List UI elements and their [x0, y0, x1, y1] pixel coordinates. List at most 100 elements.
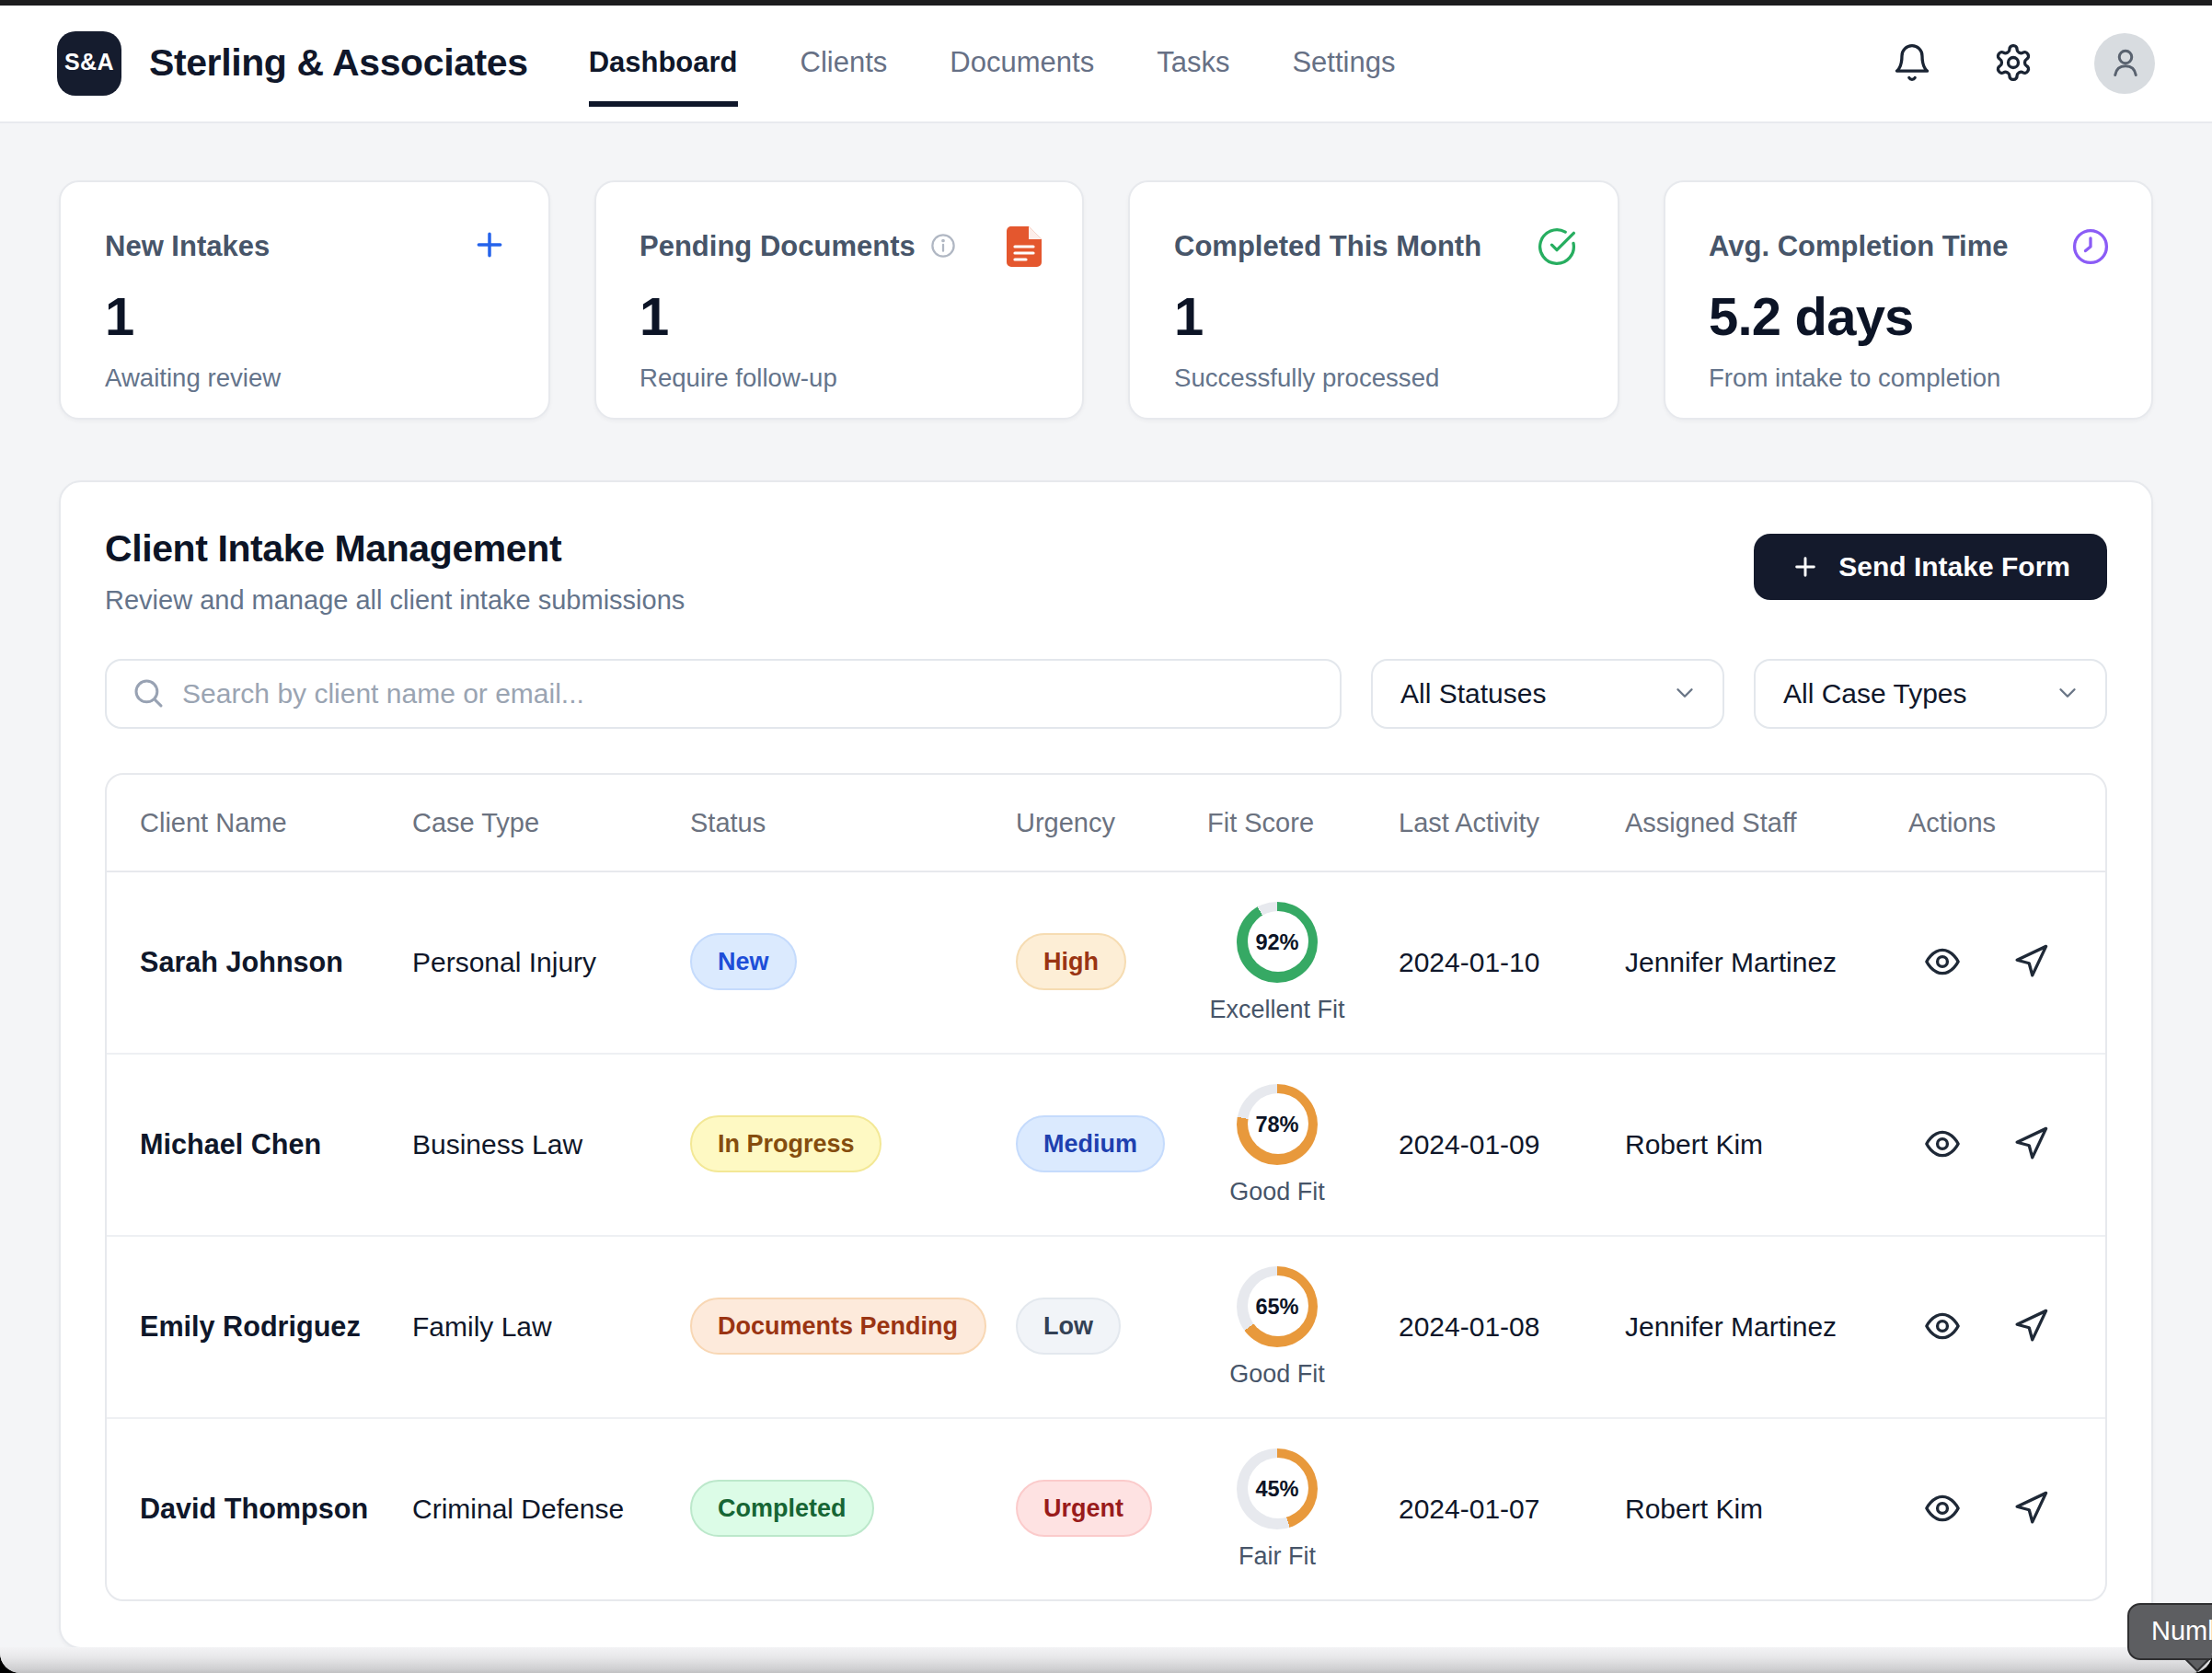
tab-tasks[interactable]: Tasks — [1157, 18, 1229, 107]
os-tooltip: Numl — [2127, 1603, 2212, 1659]
urgency-cell: Low — [983, 1298, 1174, 1355]
last-activity: 2024-01-09 — [1365, 1128, 1592, 1160]
view-icon[interactable] — [1923, 942, 1962, 981]
status-badge: Documents Pending — [690, 1298, 985, 1355]
urgency-badge: Low — [1016, 1298, 1121, 1355]
fit-score-label: Good Fit — [1229, 1359, 1325, 1387]
status-badge: Completed — [690, 1480, 874, 1537]
status-cell: In Progress — [657, 1115, 983, 1172]
document-icon — [1007, 225, 1042, 266]
stat-card-subtitle: From intake to completion — [1709, 363, 2111, 391]
fit-score-label: Good Fit — [1229, 1177, 1325, 1205]
brand-logo: S&A — [57, 30, 121, 95]
urgency-badge: High — [1016, 933, 1126, 990]
chevron-down-icon — [1671, 679, 1699, 707]
info-icon[interactable] — [930, 232, 958, 260]
client-name: Emily Rodriguez — [107, 1310, 379, 1343]
stat-card-subtitle: Require follow-up — [639, 363, 1042, 391]
case-type: Business Law — [379, 1128, 657, 1160]
column-header: Urgency — [983, 807, 1174, 836]
status-cell: New — [657, 933, 983, 990]
assigned-staff: Robert Kim — [1592, 1128, 1875, 1160]
urgency-cell: Urgent — [983, 1480, 1174, 1537]
client-name: Michael Chen — [107, 1127, 379, 1160]
fit-score-ring: 65% — [1237, 1265, 1318, 1346]
fit-score-cell: 78% Good Fit — [1174, 1083, 1365, 1205]
table-row: Sarah Johnson Personal Injury New High 9… — [107, 870, 2105, 1052]
column-header: Case Type — [379, 807, 657, 836]
last-activity: 2024-01-07 — [1365, 1493, 1592, 1524]
check-circle-icon — [1536, 225, 1576, 266]
fit-score-ring: 78% — [1237, 1083, 1318, 1164]
assigned-staff: Robert Kim — [1592, 1493, 1875, 1524]
assigned-staff: Jennifer Martinez — [1592, 946, 1875, 977]
panel-subtitle: Review and manage all client intake subm… — [105, 584, 685, 614]
search-icon — [131, 675, 166, 710]
case-type: Family Law — [379, 1310, 657, 1342]
fit-score-cell: 45% Fair Fit — [1174, 1448, 1365, 1569]
stat-card-subtitle: Successfully processed — [1174, 363, 1576, 391]
urgency-cell: Medium — [983, 1115, 1174, 1172]
tab-clients[interactable]: Clients — [801, 18, 888, 107]
actions-cell — [1875, 1125, 2105, 1163]
case-type-filter-select[interactable]: All Case Types — [1754, 658, 2107, 728]
clock-icon — [2070, 225, 2111, 266]
stat-card-title: Pending Documents — [639, 229, 1042, 262]
actions-cell — [1875, 942, 2105, 981]
send-intake-form-button[interactable]: Send Intake Form — [1754, 533, 2107, 599]
fit-score-label: Excellent Fit — [1209, 995, 1344, 1022]
bell-icon[interactable] — [1892, 42, 1932, 83]
case-type: Personal Injury — [379, 946, 657, 977]
assigned-staff: Jennifer Martinez — [1592, 1310, 1875, 1342]
view-icon[interactable] — [1923, 1307, 1962, 1345]
column-header: Fit Score — [1174, 807, 1365, 836]
stat-card-value: 1 — [639, 286, 1042, 347]
gear-icon[interactable] — [1993, 42, 2033, 83]
view-icon[interactable] — [1923, 1125, 1962, 1163]
urgency-badge: Urgent — [1016, 1480, 1151, 1537]
stat-cards: New Intakes 1 Awaiting review Pending Do… — [59, 179, 2153, 419]
column-header: Last Activity — [1365, 807, 1592, 836]
fit-score-ring: 92% — [1237, 901, 1318, 982]
search-box — [105, 658, 1342, 728]
status-filter-select[interactable]: All Statuses — [1371, 658, 1724, 728]
view-icon[interactable] — [1923, 1489, 1962, 1528]
column-header: Actions — [1875, 807, 2105, 836]
stat-card: Completed This Month 1 Successfully proc… — [1128, 179, 1619, 419]
send-icon[interactable] — [2011, 1125, 2050, 1163]
send-icon[interactable] — [2011, 1489, 2050, 1528]
case-type: Criminal Defense — [379, 1493, 657, 1524]
send-icon[interactable] — [2011, 1307, 2050, 1345]
stat-card: Avg. Completion Time 5.2 days From intak… — [1663, 179, 2153, 419]
chevron-down-icon — [2054, 679, 2081, 707]
search-input[interactable] — [182, 677, 1318, 709]
stat-card-subtitle: Awaiting review — [105, 363, 507, 391]
table-header-row: Client NameCase TypeStatusUrgencyFit Sco… — [107, 774, 2105, 870]
tab-settings[interactable]: Settings — [1292, 18, 1395, 107]
fit-score-ring: 45% — [1237, 1448, 1318, 1529]
last-activity: 2024-01-10 — [1365, 946, 1592, 977]
tab-documents[interactable]: Documents — [950, 18, 1094, 107]
stat-card: Pending Documents 1 Require follow-up — [593, 179, 1084, 419]
stat-card-value: 1 — [105, 286, 507, 347]
column-header: Status — [657, 807, 983, 836]
fit-score-cell: 92% Excellent Fit — [1174, 901, 1365, 1022]
intake-table: Client NameCase TypeStatusUrgencyFit Sco… — [105, 772, 2107, 1600]
table-row: Emily Rodriguez Family Law Documents Pen… — [107, 1234, 2105, 1416]
urgency-cell: High — [983, 933, 1174, 990]
tab-dashboard[interactable]: Dashboard — [589, 18, 738, 107]
fit-score-label: Fair Fit — [1238, 1541, 1316, 1569]
plus-icon[interactable] — [470, 225, 507, 262]
header-actions — [1892, 32, 2155, 93]
column-header: Assigned Staff — [1592, 807, 1875, 836]
top-nav: S&A Sterling & Associates DashboardClien… — [0, 5, 2212, 122]
app-window: S&A Sterling & Associates DashboardClien… — [0, 0, 2212, 1673]
actions-cell — [1875, 1307, 2105, 1345]
nav-tabs: Dashboard Clients Documents Tasks Settings — [589, 5, 1396, 121]
intake-panel: Client Intake Management Review and mana… — [59, 479, 2153, 1648]
send-icon[interactable] — [2011, 942, 2050, 981]
last-activity: 2024-01-08 — [1365, 1310, 1592, 1342]
user-avatar[interactable] — [2094, 32, 2155, 93]
actions-cell — [1875, 1489, 2105, 1528]
stat-card-title: New Intakes — [105, 229, 507, 262]
